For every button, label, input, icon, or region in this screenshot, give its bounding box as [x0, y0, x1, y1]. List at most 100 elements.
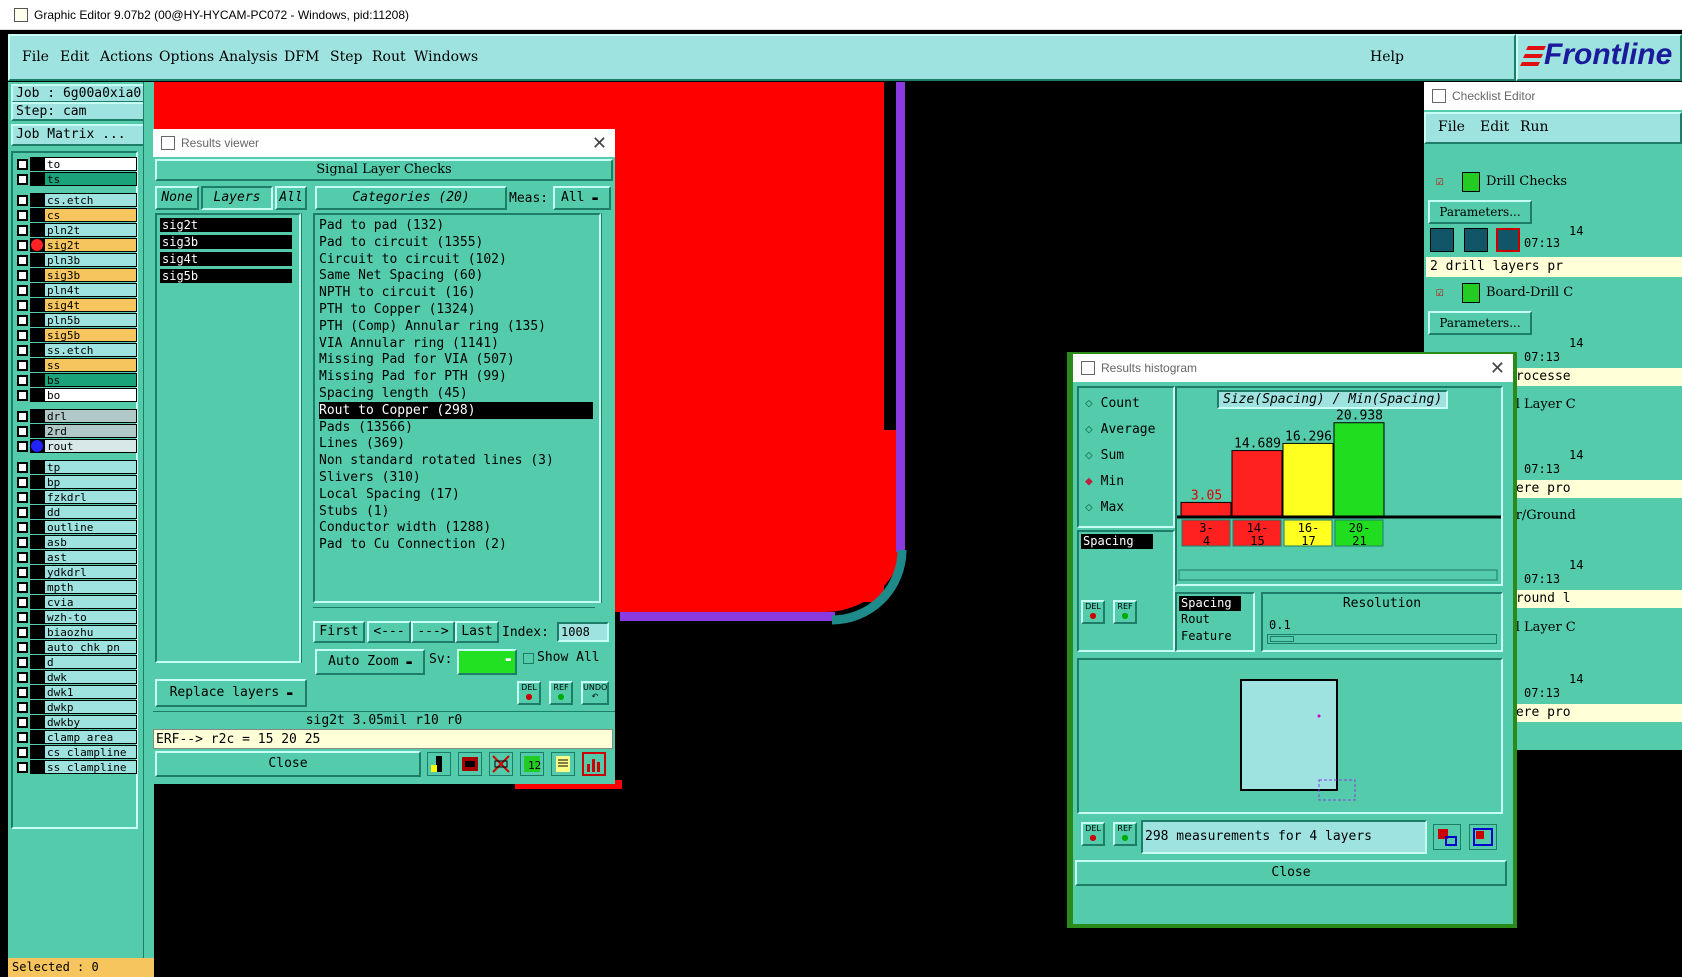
layer-row-pln3b[interactable]: pln3b [17, 253, 137, 267]
zoom-icon[interactable] [1433, 824, 1461, 850]
category-item[interactable]: Conductor width (1288) [319, 519, 491, 536]
layer-row-ss[interactable]: ss [17, 358, 137, 372]
results-icon-4[interactable]: 12 [520, 752, 544, 776]
checklist-menu-edit[interactable]: Edit [1480, 119, 1509, 135]
prev-button[interactable]: <--- [367, 621, 411, 643]
layer-row-rout[interactable]: rout [17, 439, 137, 453]
layer-row-sig3b[interactable]: sig3b [17, 268, 137, 282]
fit-icon[interactable] [1469, 824, 1497, 850]
categories-hscrollbar[interactable] [313, 607, 595, 617]
layer-row-outline[interactable]: outline [17, 520, 137, 534]
category-item[interactable]: Missing Pad for PTH (99) [319, 368, 507, 385]
layer-row-mpth[interactable]: mpth [17, 580, 137, 594]
category-item[interactable]: Circuit to circuit (102) [319, 251, 507, 268]
run-icon[interactable] [1430, 228, 1454, 252]
category-item[interactable]: Same Net Spacing (60) [319, 267, 483, 284]
results-icon-5[interactable] [551, 752, 575, 776]
layer-checkbox[interactable] [17, 746, 28, 758]
layer-row-ss.etch[interactable]: ss.etch [17, 343, 137, 357]
layer-checkbox[interactable] [17, 536, 28, 548]
layer-row-pln4t[interactable]: pln4t [17, 283, 137, 297]
layer-row-bp[interactable]: bp [17, 475, 137, 489]
layers-button[interactable]: Layers [201, 186, 273, 210]
category-item[interactable]: Pad to pad (132) [319, 217, 444, 234]
layer-row-d[interactable]: d [17, 655, 137, 669]
categories-button[interactable]: Categories (20) [315, 186, 507, 210]
layer-checkbox[interactable] [17, 671, 28, 683]
layer-row-dwk[interactable]: dwk [17, 670, 137, 684]
category-item[interactable]: PTH (Comp) Annular ring (135) [319, 318, 546, 335]
histogram-list-item[interactable]: Spacing [1081, 534, 1153, 549]
parameters-button[interactable]: Parameters... [1428, 311, 1532, 335]
results-icon-1[interactable] [427, 752, 451, 776]
menu-dfm[interactable]: DFM [284, 49, 319, 65]
layer-checkbox[interactable] [17, 173, 28, 185]
category-item[interactable]: Local Spacing (17) [319, 486, 460, 503]
results-icon-2[interactable] [458, 752, 482, 776]
ref-button[interactable]: REF ● [1113, 822, 1137, 846]
layer-checkbox[interactable] [17, 701, 28, 713]
layer-checkbox[interactable] [17, 299, 28, 311]
layer-checkbox[interactable] [17, 314, 28, 326]
layer-row-pln5b[interactable]: pln5b [17, 313, 137, 327]
undo-button[interactable]: UNDO ↶ [581, 681, 609, 705]
layer-checkbox[interactable] [17, 374, 28, 386]
resolution-slider[interactable] [1267, 634, 1497, 644]
layer-checkbox[interactable] [17, 329, 28, 341]
del-button[interactable]: DEL ● [1081, 822, 1105, 846]
category-item[interactable]: Non standard rotated lines (3) [319, 452, 554, 469]
layer-checkbox[interactable] [17, 194, 28, 206]
histogram-close-button[interactable]: Close [1075, 860, 1507, 886]
sv-color-dropdown[interactable]: ▬ [457, 649, 517, 675]
close-button[interactable]: Close [155, 751, 421, 777]
layer-row-clamp_area[interactable]: clamp_area [17, 730, 137, 744]
layer-checkbox[interactable] [17, 581, 28, 593]
layer-checkbox[interactable] [17, 731, 28, 743]
result-layer-item[interactable]: sig3b [160, 235, 292, 249]
layer-checkbox[interactable] [17, 611, 28, 623]
category-item[interactable]: Pad to Cu Connection (2) [319, 536, 507, 553]
layer-row-dwk1[interactable]: dwk1 [17, 685, 137, 699]
category-item[interactable]: NPTH to circuit (16) [319, 284, 476, 301]
layer-row-wzh-to[interactable]: wzh-to [17, 610, 137, 624]
option-min[interactable]: ◆ Min [1085, 474, 1124, 489]
layer-row-cs.etch[interactable]: cs.etch [17, 193, 137, 207]
menu-file[interactable]: File [22, 49, 49, 65]
layer-checkbox[interactable] [17, 254, 28, 266]
attribute-item[interactable]: Spacing [1179, 596, 1241, 611]
layer-checkbox[interactable] [17, 284, 28, 296]
last-button[interactable]: Last [455, 621, 499, 643]
layer-row-pln2t[interactable]: pln2t [17, 223, 137, 237]
show-all-checkbox[interactable] [523, 653, 534, 664]
layer-row-bs[interactable]: bs [17, 373, 137, 387]
parameters-button[interactable]: Parameters... [1428, 200, 1532, 224]
none-button[interactable]: None [155, 186, 199, 210]
layer-row-fzkdrl[interactable]: fzkdrl [17, 490, 137, 504]
layer-checkbox[interactable] [17, 491, 28, 503]
categories-scrollbar[interactable] [601, 213, 613, 603]
layer-checkbox[interactable] [17, 641, 28, 653]
all-layers-button[interactable]: All [275, 186, 307, 210]
replace-layers-dropdown[interactable]: Replace layers ▬ [155, 679, 307, 707]
layer-checkbox[interactable] [17, 224, 28, 236]
layer-row-sig2t[interactable]: sig2t [17, 238, 137, 252]
category-item[interactable]: Stubs (1) [319, 503, 389, 520]
layer-checkbox[interactable] [17, 761, 28, 773]
category-item[interactable]: Missing Pad for VIA (507) [319, 351, 515, 368]
layer-row-asb[interactable]: asb [17, 535, 137, 549]
attribute-item[interactable]: Feature [1181, 629, 1232, 643]
layer-list-scrollbar[interactable] [301, 213, 310, 663]
layer-row-cvia[interactable]: cvia [17, 595, 137, 609]
layer-row-ast[interactable]: ast [17, 550, 137, 564]
layer-row-auto_chk_pn[interactable]: auto_chk_pn [17, 640, 137, 654]
option-max[interactable]: ◇ Max [1085, 500, 1124, 515]
layer-row-bo[interactable]: bo [17, 388, 137, 402]
category-item[interactable]: Spacing length (45) [319, 385, 468, 402]
histogram-hscrollbar[interactable] [1178, 569, 1498, 581]
first-button[interactable]: First [313, 621, 365, 643]
ref-button[interactable]: REF ● [1113, 600, 1137, 624]
category-item[interactable]: Lines (369) [319, 435, 405, 452]
layer-row-to[interactable]: to [17, 157, 137, 171]
layer-checkbox[interactable] [17, 389, 28, 401]
category-item[interactable]: Pad to circuit (1355) [319, 234, 483, 251]
